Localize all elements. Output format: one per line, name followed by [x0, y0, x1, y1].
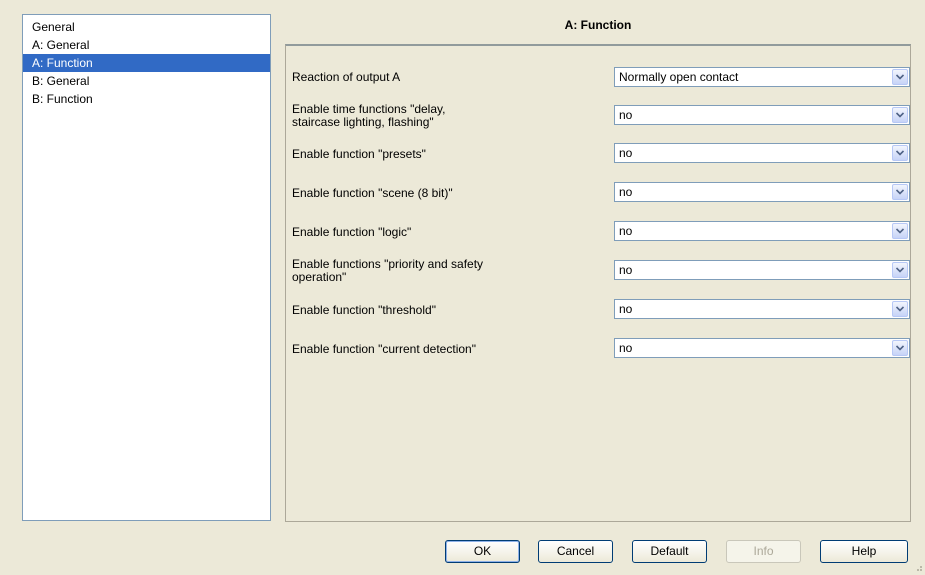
resize-grip-icon[interactable]	[913, 561, 923, 571]
select-value: no	[619, 341, 633, 355]
enable-presets-select[interactable]: no	[614, 143, 910, 163]
select-value: no	[619, 263, 633, 277]
parameter-tree[interactable]: General A: General A: Function B: Genera…	[22, 14, 271, 521]
param-label: Enable time functions "delay, staircase …	[292, 102, 446, 129]
help-button[interactable]: Help	[820, 540, 908, 563]
chevron-down-icon[interactable]	[892, 145, 908, 161]
enable-time-functions-select[interactable]: no	[614, 105, 910, 125]
chevron-down-icon[interactable]	[892, 340, 908, 356]
enable-threshold-select[interactable]: no	[614, 299, 910, 319]
sidebar-item-a-general[interactable]: A: General	[23, 36, 270, 54]
param-label: Enable function "scene (8 bit)"	[292, 186, 453, 200]
page-title: A: Function	[564, 18, 632, 32]
parameter-panel: Reaction of output A Normally open conta…	[285, 44, 911, 522]
param-label: Enable functions "priority and safety op…	[292, 257, 484, 284]
param-label: Enable function "current detection"	[292, 342, 476, 356]
cancel-button[interactable]: Cancel	[538, 540, 613, 563]
param-label: Enable function "presets"	[292, 147, 426, 161]
chevron-down-icon[interactable]	[892, 262, 908, 278]
default-button[interactable]: Default	[632, 540, 707, 563]
select-value: no	[619, 302, 633, 316]
sidebar-item-b-function[interactable]: B: Function	[23, 90, 270, 108]
enable-priority-select[interactable]: no	[614, 260, 910, 280]
chevron-down-icon[interactable]	[892, 69, 908, 85]
param-label: Enable function "threshold"	[292, 303, 436, 317]
sidebar-item-general[interactable]: General	[23, 18, 270, 36]
enable-logic-select[interactable]: no	[614, 221, 910, 241]
info-button: Info	[726, 540, 801, 563]
param-label: Reaction of output A	[292, 70, 401, 84]
select-value: no	[619, 185, 633, 199]
select-value: no	[619, 108, 633, 122]
ok-button[interactable]: OK	[445, 540, 520, 563]
chevron-down-icon[interactable]	[892, 184, 908, 200]
select-value: no	[619, 146, 633, 160]
sidebar-item-a-function[interactable]: A: Function	[23, 54, 270, 72]
chevron-down-icon[interactable]	[892, 223, 908, 239]
enable-scene-select[interactable]: no	[614, 182, 910, 202]
param-label: Enable function "logic"	[292, 225, 412, 239]
select-value: no	[619, 224, 633, 238]
sidebar-item-b-general[interactable]: B: General	[23, 72, 270, 90]
chevron-down-icon[interactable]	[892, 301, 908, 317]
chevron-down-icon[interactable]	[892, 107, 908, 123]
select-value: Normally open contact	[619, 70, 739, 84]
enable-current-detection-select[interactable]: no	[614, 338, 910, 358]
reaction-output-a-select[interactable]: Normally open contact	[614, 67, 910, 87]
